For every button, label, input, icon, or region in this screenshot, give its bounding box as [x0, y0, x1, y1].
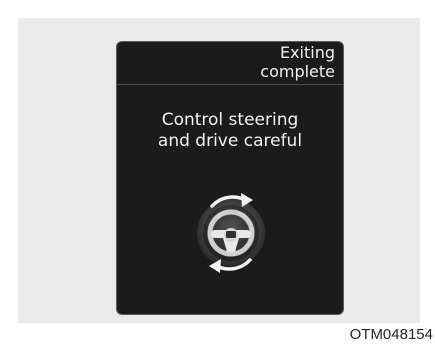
warning-message-line-1: Control steering — [161, 110, 299, 130]
cluster-display: Exiting complete Control steering and dr… — [116, 41, 344, 315]
status-area: Exiting complete — [117, 42, 343, 84]
warning-message-line-2: and drive careful — [157, 131, 303, 151]
status-divider — [117, 84, 343, 85]
figure-code: OTM048154 — [349, 326, 433, 343]
steering-wheel-icon — [183, 185, 279, 281]
status-text-line-1: Exiting — [279, 43, 335, 62]
status-text-line-2: complete — [260, 62, 335, 81]
